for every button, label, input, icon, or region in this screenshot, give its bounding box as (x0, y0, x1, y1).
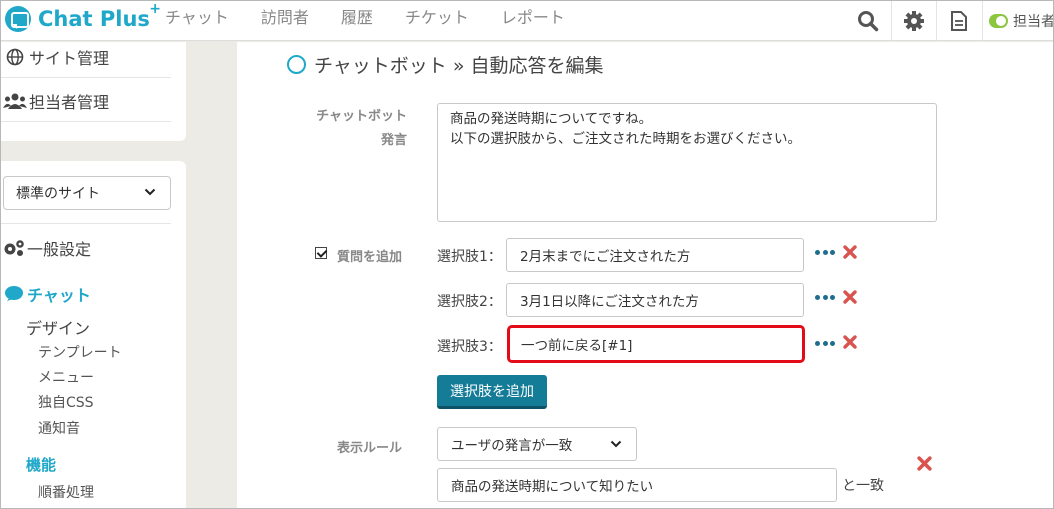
sidebar-admin-card: サイト管理 担当者管理 (1, 42, 186, 141)
choice-input[interactable]: 2月末までにご注文された方 (506, 238, 804, 272)
sidebar-item-label: 担当者管理 (29, 92, 110, 112)
document-icon (950, 11, 967, 31)
delete-icon[interactable] (843, 335, 857, 349)
page-title: チャットボット » 自動応答を編集 (287, 51, 604, 77)
toggle-switch[interactable] (989, 14, 1008, 28)
nav-reports[interactable]: レポート (501, 4, 565, 28)
site-select[interactable]: 標準のサイト (3, 176, 171, 210)
sidebar-item-agent-management[interactable]: 担当者管理 (1, 80, 171, 122)
gears-icon (4, 240, 24, 256)
chevron-down-icon (144, 188, 156, 196)
main-panel: チャットボット » 自動応答を編集 チャットボット 発言 商品の発送時期について… (237, 42, 1053, 508)
sidebar-item-custom-css[interactable]: 独自CSS (38, 392, 94, 412)
choice-label: 選択肢1： (437, 249, 502, 265)
document-button[interactable] (936, 1, 980, 41)
bot-message-textarea[interactable]: 商品の発送時期についてですね。 以下の選択肢から、ご注文された時期をお選びくださ… (437, 103, 937, 222)
display-rule-label: 表示ルール (337, 441, 403, 456)
sidebar-item-queue[interactable]: 順番処理 (38, 482, 94, 502)
app-window: Chat Plus + チャット 訪問者 履歴 チケット レポート 担当者 サイ… (0, 0, 1054, 509)
delete-rule-icon[interactable] (917, 456, 932, 471)
bot-message-label: チャットボット 発言 (316, 109, 407, 148)
sidebar-item-general[interactable]: 一般設定 (1, 233, 91, 263)
nav-visitors[interactable]: 訪問者 (261, 4, 309, 28)
more-options-icon[interactable] (815, 292, 835, 302)
choice-input-highlighted[interactable]: 一つ前に戻る[#1] (507, 325, 805, 363)
chatplus-logo[interactable]: Chat Plus + (5, 1, 161, 34)
delete-icon[interactable] (843, 245, 857, 259)
add-choice-button[interactable]: 選択肢を追加 (437, 375, 547, 409)
sidebar-section-function[interactable]: 機能 (26, 454, 56, 475)
sidebar-item-site-management[interactable]: サイト管理 (1, 36, 171, 78)
globe-icon (6, 48, 24, 65)
speech-bubble-icon (5, 286, 23, 301)
chat-bubble-logo-icon (5, 6, 31, 32)
circle-icon (287, 54, 306, 74)
users-icon (3, 93, 27, 109)
gear-icon (903, 11, 924, 31)
site-select-value: 標準のサイト (16, 186, 100, 202)
more-options-icon[interactable] (815, 247, 835, 257)
more-options-icon[interactable] (815, 338, 835, 348)
top-bar: Chat Plus + チャット 訪問者 履歴 チケット レポート 担当者 (1, 1, 1054, 41)
choice-label: 選択肢2： (437, 294, 502, 310)
choice-label: 選択肢3： (437, 339, 502, 355)
sidebar-section-design[interactable]: デザイン (26, 315, 90, 339)
add-question-checkbox[interactable] (315, 247, 327, 259)
sidebar-item-notification-sound[interactable]: 通知音 (38, 418, 80, 438)
divider (1, 223, 171, 224)
chevron-down-icon (610, 440, 622, 448)
sidebar-item-label: サイト管理 (29, 48, 110, 68)
main-nav: チャット 訪問者 履歴 チケット レポート (165, 1, 597, 31)
rule-type-value: ユーザの発言が一致 (451, 438, 573, 454)
sidebar-item-label: 一般設定 (27, 240, 92, 259)
nav-chat[interactable]: チャット (165, 4, 229, 28)
sidebar-item-chat[interactable]: チャット (1, 279, 91, 309)
logo-text: Chat Plus + (38, 1, 161, 31)
sidebar-item-label: チャット (27, 286, 91, 305)
match-suffix: と一致 (842, 478, 884, 494)
nav-tickets[interactable]: チケット (405, 4, 469, 28)
settings-button[interactable] (891, 1, 935, 41)
choice-input[interactable]: 3月1日以降にご注文された方 (506, 283, 804, 317)
add-question-label: 質問を追加 (337, 250, 403, 265)
sidebar-item-menu[interactable]: メニュー (38, 367, 94, 387)
nav-history[interactable]: 履歴 (341, 4, 373, 28)
sidebar-item-template[interactable]: テンプレート (38, 342, 122, 362)
delete-icon[interactable] (843, 290, 857, 304)
rule-keyword-input[interactable]: 商品の発送時期について知りたい (437, 468, 837, 502)
breadcrumb: チャットボット » 自動応答を編集 (314, 54, 604, 77)
agent-status-toggle[interactable]: 担当者 (982, 1, 1054, 41)
search-button[interactable] (846, 1, 890, 41)
rule-type-select[interactable]: ユーザの発言が一致 (437, 427, 637, 461)
sidebar-settings-card: 標準のサイト 一般設定 チャット デザイン テンプレート メニュー 独自CSS … (1, 161, 186, 508)
toggle-label: 担当者 (1013, 14, 1054, 30)
search-icon (858, 11, 879, 32)
